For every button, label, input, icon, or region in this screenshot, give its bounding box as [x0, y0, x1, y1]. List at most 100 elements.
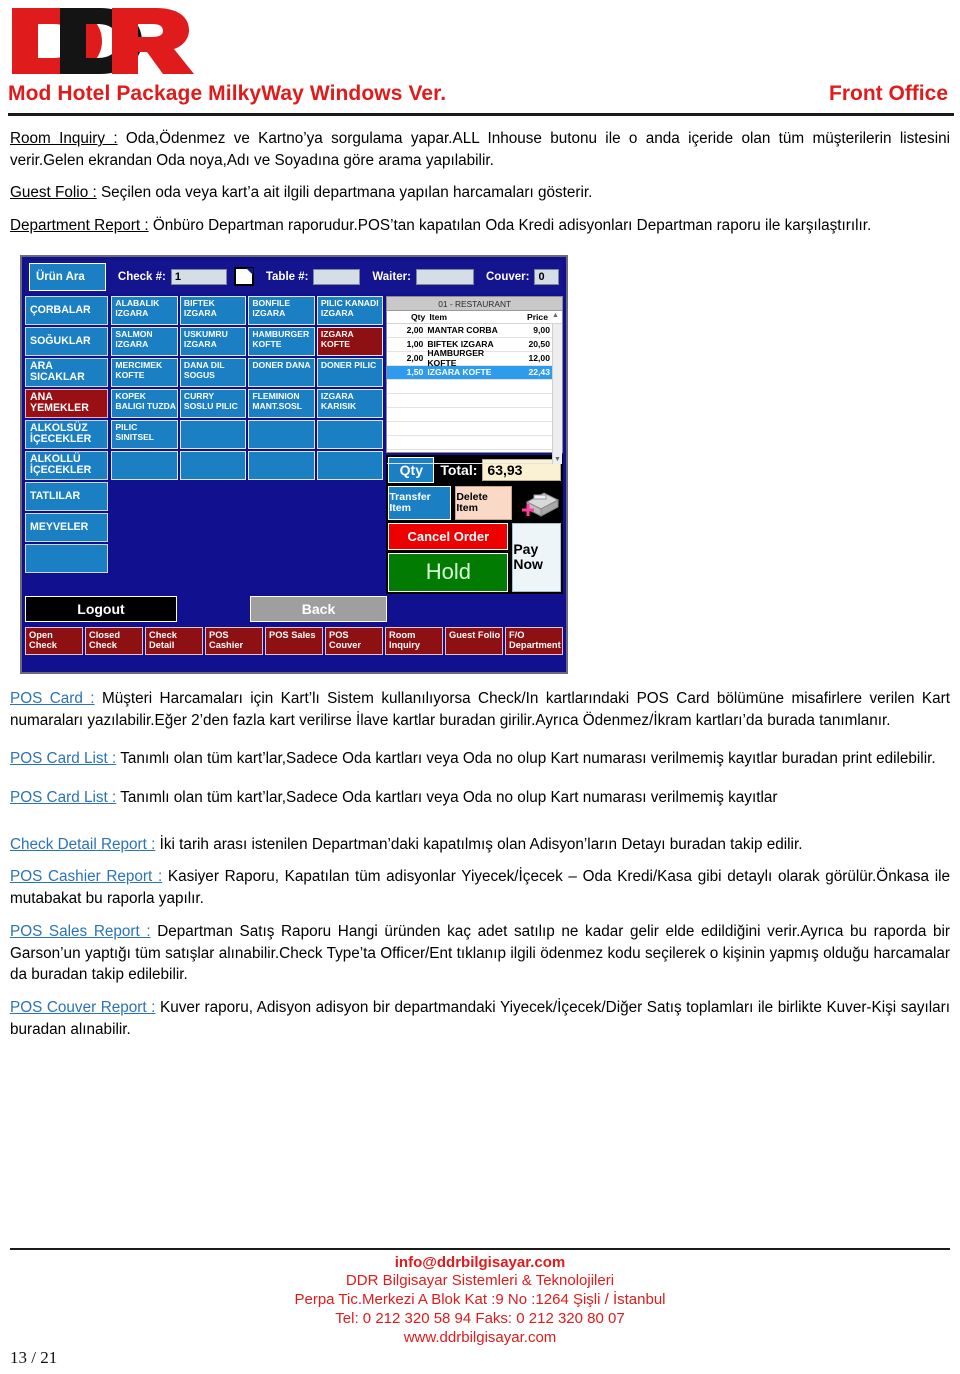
paragraph-department-report: Department Report : Önbüro Departman rap…: [10, 215, 950, 237]
section-text: Önbüro Departman raporudur.POS’tan kapat…: [152, 217, 872, 235]
table-row-empty[interactable]: [387, 380, 562, 394]
product-button[interactable]: CURRY SOSLU PILIC: [179, 388, 247, 418]
section-text: Oda,Ödenmez ve Kartno’ya sorgulama yapar…: [10, 130, 950, 169]
product-button[interactable]: HAMBURGER KOFTE: [248, 326, 315, 356]
check-number-input[interactable]: 1: [170, 268, 228, 285]
product-button[interactable]: [179, 419, 247, 449]
product-button[interactable]: BONFILE IZGARA: [248, 295, 315, 325]
product-button[interactable]: USKUMRU IZGARA: [179, 326, 247, 356]
product-button[interactable]: BIFTEK IZGARA: [179, 295, 247, 325]
product-button[interactable]: IZGARA KARISIK: [316, 388, 384, 418]
product-button[interactable]: [179, 450, 247, 480]
printer-icon: [521, 492, 559, 517]
product-button[interactable]: [316, 450, 384, 480]
closed-check-button[interactable]: Closed Check: [85, 626, 143, 655]
pos-sales-button[interactable]: POS Sales: [265, 626, 323, 655]
product-grid: ALABALIK IZGARA BIFTEK IZGARA BONFILE IZ…: [111, 295, 384, 594]
table-row-selected[interactable]: 1,50 IZGARA KOFTE 22,43: [387, 365, 562, 380]
category-button[interactable]: MEYVELER: [25, 512, 109, 542]
product-button[interactable]: DONER DANA: [248, 357, 315, 387]
product-button[interactable]: ALABALIK IZGARA: [111, 295, 178, 325]
pos-bottom-toolbar: Open Check Closed Check Check Detail POS…: [25, 625, 563, 657]
pos-screenshot: Ürün Ara Check #: 1 Table #: Waiter: Cou…: [20, 254, 568, 674]
cancel-order-button[interactable]: Cancel Order: [388, 522, 509, 550]
header-title-row: Mod Hotel Package MilkyWay Windows Ver. …: [8, 82, 952, 106]
total-label: Total:: [440, 461, 478, 478]
check-detail-button[interactable]: Check Detail: [145, 626, 203, 655]
table-number-input[interactable]: [313, 268, 361, 285]
scroll-up-icon[interactable]: ▲: [551, 312, 560, 322]
footer-address: Perpa Tic.Merkezi A Blok Kat :9 No :1264…: [294, 1291, 666, 1309]
section-label: Check Detail Report :: [10, 835, 156, 853]
product-button[interactable]: [248, 450, 315, 480]
product-button[interactable]: FLEMINION MANT.SOSL: [248, 388, 315, 418]
section-text: Tanımlı olan tüm kart’lar,Sadece Oda kar…: [120, 750, 936, 768]
table-row-empty[interactable]: [387, 394, 562, 408]
section-text: Müşteri Harcamaları için Kart’lı Sistem …: [10, 689, 950, 729]
table-row-empty[interactable]: [387, 422, 562, 436]
hold-button[interactable]: Hold: [388, 552, 509, 592]
guest-folio-button[interactable]: Guest Folio: [445, 626, 503, 655]
category-button[interactable]: ALKOLSÜZ İÇECEKLER: [25, 419, 109, 449]
table-row-empty[interactable]: [387, 436, 562, 450]
category-button[interactable]: TATLILAR: [25, 481, 109, 511]
cell-item: MANTAR CORBA: [427, 325, 498, 336]
couver-label: Couver:: [485, 270, 530, 283]
product-button[interactable]: DANA DIL SOGUS: [179, 357, 247, 387]
product-search-button[interactable]: Ürün Ara: [29, 262, 106, 291]
category-button[interactable]: [25, 543, 109, 573]
product-button-selected[interactable]: IZGARA KOFTE: [316, 326, 384, 356]
product-button[interactable]: [316, 419, 384, 449]
waiter-input[interactable]: [415, 268, 474, 285]
product-button[interactable]: [111, 450, 178, 480]
back-button[interactable]: Back: [250, 595, 387, 622]
table-number-label: Table #:: [265, 270, 309, 283]
category-button[interactable]: SOĞUKLAR: [25, 326, 109, 356]
pos-main-area: ÇORBALAR SOĞUKLAR ARA SICAKLAR ANA YEMEK…: [25, 295, 563, 594]
pos-couver-button[interactable]: POS Couver: [325, 626, 383, 655]
table-row[interactable]: 2,00 HAMBURGER KOFTE 12,00: [387, 348, 562, 368]
product-button[interactable]: PILIC SINITSEL: [111, 419, 178, 449]
delete-item-button[interactable]: Delete Item: [455, 485, 513, 520]
table-row-empty[interactable]: [387, 408, 562, 422]
order-list-scrollbar[interactable]: ▼: [552, 323, 562, 464]
section-text: Tanımlı olan tüm kart’lar,Sadece Oda kar…: [120, 789, 778, 807]
order-list-title: 01 - RESTAURANT: [387, 296, 562, 311]
pos-footer-strip: [25, 656, 563, 669]
pos-nav-row: Logout Back: [25, 595, 563, 622]
transfer-item-button[interactable]: Transfer Item: [388, 485, 452, 520]
footer-website: www.ddrbilgisayar.com: [403, 1329, 557, 1347]
table-row[interactable]: 2,00 MANTAR CORBA 9,00: [387, 324, 562, 338]
category-button-selected[interactable]: ANA YEMEKLER: [25, 388, 109, 418]
page-header: Mod Hotel Package MilkyWay Windows Ver. …: [0, 0, 960, 128]
scroll-down-icon[interactable]: ▼: [553, 456, 562, 463]
new-check-icon[interactable]: [234, 267, 254, 287]
product-button[interactable]: PILIC KANADI IZGARA: [316, 295, 384, 325]
paragraph-guest-folio: Guest Folio : Seçilen oda veya kart’a ai…: [10, 182, 950, 204]
product-button[interactable]: MERCIMEK KOFTE: [111, 357, 178, 387]
order-actions-row: Cancel Order Hold Pay Now: [388, 522, 561, 592]
room-inquiry-button[interactable]: Room Inquiry: [385, 626, 443, 655]
category-button[interactable]: ÇORBALAR: [25, 295, 109, 325]
product-button[interactable]: DONER PILIC: [316, 357, 384, 387]
section-label: POS Card List :: [10, 789, 117, 807]
pay-now-button[interactable]: Pay Now: [512, 522, 561, 592]
printer-button[interactable]: [516, 486, 561, 520]
section-label: Department Report :: [10, 217, 149, 235]
category-button[interactable]: ARA SICAKLAR: [25, 357, 109, 387]
cell-item: IZGARA KOFTE: [427, 367, 492, 378]
column-header-item: Item: [429, 311, 447, 322]
fo-department-button[interactable]: F/O Department: [505, 626, 563, 655]
cell-price: 12,00: [528, 353, 550, 364]
column-header-qty: Qty: [411, 311, 426, 322]
category-button[interactable]: ALKOLLÜ İÇECEKLER: [25, 450, 109, 480]
table-row-empty[interactable]: [387, 450, 562, 464]
logout-button[interactable]: Logout: [25, 595, 177, 622]
product-button[interactable]: KOPEK BALIGI TUZDA: [111, 388, 178, 418]
paragraph-pos-card-list-1: POS Card List : Tanımlı olan tüm kart’la…: [10, 748, 950, 770]
open-check-button[interactable]: Open Check: [25, 626, 83, 655]
pos-cashier-button[interactable]: POS Cashier: [205, 626, 263, 655]
couver-input[interactable]: 0: [534, 268, 559, 285]
product-button[interactable]: [248, 419, 315, 449]
product-button[interactable]: SALMON IZGARA: [111, 326, 178, 356]
